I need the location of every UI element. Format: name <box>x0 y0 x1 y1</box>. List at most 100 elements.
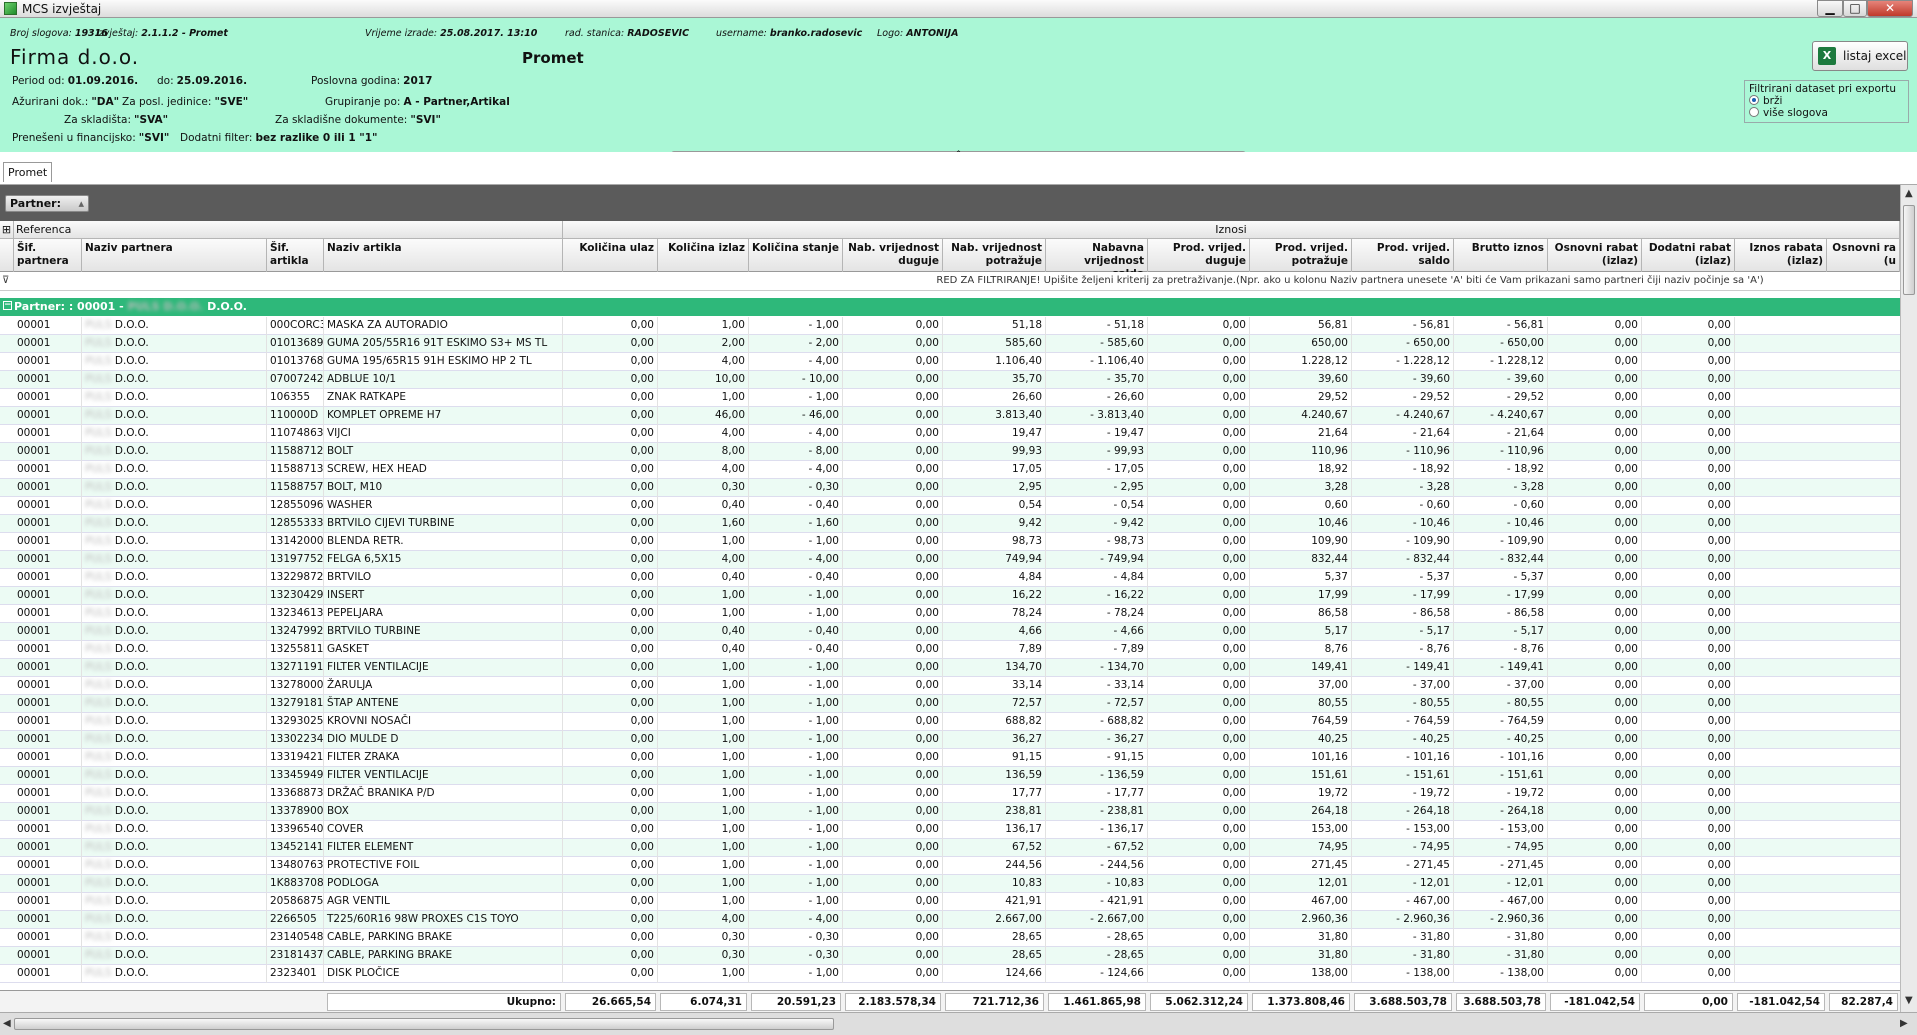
table-cell: - 467,00 <box>1352 893 1454 911</box>
table-row[interactable]: 00001 PULS D.O.O. 23181437 CABLE, PARKING B… <box>0 947 1900 965</box>
table-cell: - 138,00 <box>1352 965 1454 983</box>
table-row[interactable]: 00001 PULS D.O.O. 2266505 T225/60R16 98W PR… <box>0 911 1900 929</box>
table-row[interactable]: 00001 PULS D.O.O. 13378900 BOX 0,00 1,00- 1,0… <box>0 803 1900 821</box>
table-row[interactable]: 00001 PULS D.O.O. 110000D KOMPLET OPREME H7… <box>0 407 1900 425</box>
table-row[interactable]: 00001 PULS D.O.O. 01013768 GUMA 195/65R15 9… <box>0 353 1900 371</box>
table-row[interactable]: 00001 PULS D.O.O. 13368873 DRŽAČ BRANIKA P/… <box>0 785 1900 803</box>
table-row[interactable]: 00001 PULS D.O.O. 106355 ZNAK RATKAPE 0,00 1,… <box>0 389 1900 407</box>
table-row[interactable]: 00001 PULS D.O.O. 2323401 DISK PLOČICE 0,00 1… <box>0 965 1900 983</box>
column-header[interactable]: Količina stanje <box>749 239 843 272</box>
table-row[interactable]: 00001 PULS D.O.O. 000CORC3 MASKA ZA AUTORAD… <box>0 317 1900 335</box>
column-header[interactable]: Prod. vrijed. potražuje <box>1250 239 1352 272</box>
vertical-scroll-thumb[interactable] <box>1903 205 1915 295</box>
table-row[interactable]: 00001 PULS D.O.O. 13302234 DIO MULDE D 0,00 1… <box>0 731 1900 749</box>
table-row[interactable]: 00001 PULS D.O.O. 1K883708 PODLOGA 0,00 1,00-… <box>0 875 1900 893</box>
table-row[interactable]: 00001 PULS D.O.O. 13229872 BRTVILO 0,00 0,40-… <box>0 569 1900 587</box>
table-cell: 0,00 <box>563 425 658 443</box>
table-row[interactable]: 00001 PULS D.O.O. 13271191 FILTER VENTILACI… <box>0 659 1900 677</box>
scroll-down-icon[interactable]: ▼ <box>1905 995 1913 1006</box>
column-header[interactable]: Brutto iznos <box>1454 239 1548 272</box>
table-row[interactable]: 00001 PULS D.O.O. 13345949 FILTER VENTILACI… <box>0 767 1900 785</box>
column-header[interactable]: Količina izlaz <box>658 239 749 272</box>
band-amounts: Iznosi <box>563 221 1900 239</box>
table-cell: 0,00 <box>1548 497 1642 515</box>
table-cell: 0,00 <box>1642 425 1735 443</box>
table-row[interactable]: 00001 PULS D.O.O. 13197752 FELGA 6,5X15 0,00… <box>0 551 1900 569</box>
table-cell: 74,95 <box>1250 839 1352 857</box>
table-row[interactable]: 00001 PULS D.O.O. 11074863 VIJCI 0,00 4,00- 4… <box>0 425 1900 443</box>
scroll-right-icon[interactable]: ▶ <box>1900 1018 1908 1029</box>
horizontal-scrollbar[interactable]: ◀ ▶ <box>0 1012 1917 1035</box>
table-row[interactable]: 00001 PULS D.O.O. 12855333 BRTVILO CIJEVI T… <box>0 515 1900 533</box>
column-header[interactable]: Nabavna vrijednost saldo <box>1046 239 1148 272</box>
table-row[interactable]: 00001 PULS D.O.O. 11588712 BOLT 0,00 8,00- 8,… <box>0 443 1900 461</box>
column-header[interactable]: Naziv partnera <box>82 239 267 272</box>
table-cell: - 1.228,12 <box>1454 353 1548 371</box>
table-cell: 13229872 <box>267 569 324 587</box>
filter-row[interactable]: ⊽ RED ZA FILTRIRANJE! Upišite željeni kr… <box>0 272 1900 291</box>
export-group-title: Filtrirani dataset pri exportu <box>1749 83 1897 95</box>
table-cell: 0,00 <box>1548 893 1642 911</box>
table-cell: - 12,01 <box>1454 875 1548 893</box>
column-header[interactable]: Količina ulaz <box>563 239 658 272</box>
column-header[interactable]: Prod. vrijed. duguje <box>1148 239 1250 272</box>
table-row[interactable]: 00001 PULS D.O.O. 07007242 ADBLUE 10/1 0,00 1… <box>0 371 1900 389</box>
table-row[interactable]: 00001 PULS D.O.O. 12855096 WASHER 0,00 0,40- … <box>0 497 1900 515</box>
table-cell: 0,00 <box>1642 587 1735 605</box>
column-header[interactable]: Nab. vrijednost potražuje <box>943 239 1046 272</box>
table-row[interactable]: 00001 PULS D.O.O. 13278000 ŽARULJA 0,00 1,00-… <box>0 677 1900 695</box>
close-button[interactable]: ✕ <box>1867 0 1913 17</box>
scroll-left-icon[interactable]: ◀ <box>3 1018 11 1029</box>
table-cell: CABLE, PARKING BRAKE <box>324 947 563 965</box>
table-row[interactable]: 00001 PULS D.O.O. 13319421 FILTER ZRAKA 0,00… <box>0 749 1900 767</box>
column-header[interactable]: Nab. vrijednost duguje <box>843 239 943 272</box>
column-header[interactable]: Prod. vrijed. saldo <box>1352 239 1454 272</box>
export-option-faster[interactable]: brži <box>1749 95 1904 107</box>
group-row-partner[interactable]: − Partner: : 00001 - PULS D.O.O. D.O.O. <box>0 298 1900 316</box>
column-header[interactable]: Osnovni ra (u <box>1827 239 1900 272</box>
total-value: 0,00 <box>1644 993 1733 1011</box>
table-cell: - 67,52 <box>1046 839 1148 857</box>
column-header[interactable]: Dodatni rabat (izlaz) <box>1642 239 1735 272</box>
column-header[interactable]: Naziv artikla <box>324 239 563 272</box>
table-row[interactable]: 00001 PULS D.O.O. 13255811 GASKET 0,00 0,40- … <box>0 641 1900 659</box>
scroll-up-icon[interactable]: ▲ <box>1905 188 1913 199</box>
band-header-row: ⊞ Referenca Iznosi <box>0 221 1900 239</box>
table-row[interactable]: 00001 PULS D.O.O. 13234613 PEPELJARA 0,00 1,0… <box>0 605 1900 623</box>
table-row[interactable]: 00001 PULS D.O.O. 11588713 SCREW, HEX HEAD 0… <box>0 461 1900 479</box>
vertical-scrollbar[interactable]: ▲ ▼ <box>1900 185 1917 1012</box>
table-cell: 149,41 <box>1250 659 1352 677</box>
excel-export-button[interactable]: X listaj excel <box>1812 41 1908 71</box>
table-row[interactable]: 00001 PULS D.O.O. 13452141 FILTER ELEMENT 0,… <box>0 839 1900 857</box>
table-row[interactable]: 00001 PULS D.O.O. 13230429 INSERT 0,00 1,00- … <box>0 587 1900 605</box>
group-chip-partner[interactable]: Partner: ▴ <box>5 195 89 212</box>
collapse-icon[interactable]: − <box>3 301 12 310</box>
table-row[interactable]: 00001 PULS D.O.O. 13293025 KROVNI NOSAČI 0,0… <box>0 713 1900 731</box>
export-option-more-records[interactable]: više slogova <box>1749 107 1904 119</box>
horizontal-scroll-thumb[interactable] <box>14 1018 834 1030</box>
tab-promet[interactable]: Promet <box>3 162 53 182</box>
table-cell: 0,00 <box>1548 623 1642 641</box>
table-row[interactable]: 00001 PULS D.O.O. 13279181 ŠTAP ANTENE 0,00 1… <box>0 695 1900 713</box>
table-row[interactable]: 00001 PULS D.O.O. 23140548 CABLE, PARKING B… <box>0 929 1900 947</box>
column-header[interactable]: Šif. artikla <box>267 239 324 272</box>
column-header[interactable]: Iznos rabata (izlaz) <box>1735 239 1827 272</box>
maximize-button[interactable]: □ <box>1843 0 1867 17</box>
table-cell: 110000D <box>267 407 324 425</box>
column-header[interactable]: Osnovni rabat (izlaz) <box>1548 239 1642 272</box>
table-cell: FELGA 6,5X15 <box>324 551 563 569</box>
table-row[interactable]: 00001 PULS D.O.O. 13480763 PROTECTIVE FOIL 0… <box>0 857 1900 875</box>
table-cell: PODLOGA <box>324 875 563 893</box>
table-cell: 0,00 <box>1642 965 1735 983</box>
table-cell: 0,00 <box>1642 389 1735 407</box>
table-row[interactable]: 00001 PULS D.O.O. 20586875 AGR VENTIL 0,00 1,… <box>0 893 1900 911</box>
table-row[interactable]: 00001 PULS D.O.O. 01013689 GUMA 205/55R16 9… <box>0 335 1900 353</box>
minimize-button[interactable]: ▁ <box>1817 0 1843 17</box>
table-cell: 31,80 <box>1250 947 1352 965</box>
column-header[interactable]: Šif. partnera <box>14 239 82 272</box>
table-row[interactable]: 00001 PULS D.O.O. 13247992 BRTVILO TURBINE 0… <box>0 623 1900 641</box>
table-row[interactable]: 00001 PULS D.O.O. 11588757 BOLT, M10 0,00 0,3… <box>0 479 1900 497</box>
table-row[interactable]: 00001 PULS D.O.O. 13396540 COVER 0,00 1,00- 1… <box>0 821 1900 839</box>
band-expand-icon[interactable]: ⊞ <box>0 221 14 239</box>
table-row[interactable]: 00001 PULS D.O.O. 13142000 BLENDA RETR. 0,00… <box>0 533 1900 551</box>
